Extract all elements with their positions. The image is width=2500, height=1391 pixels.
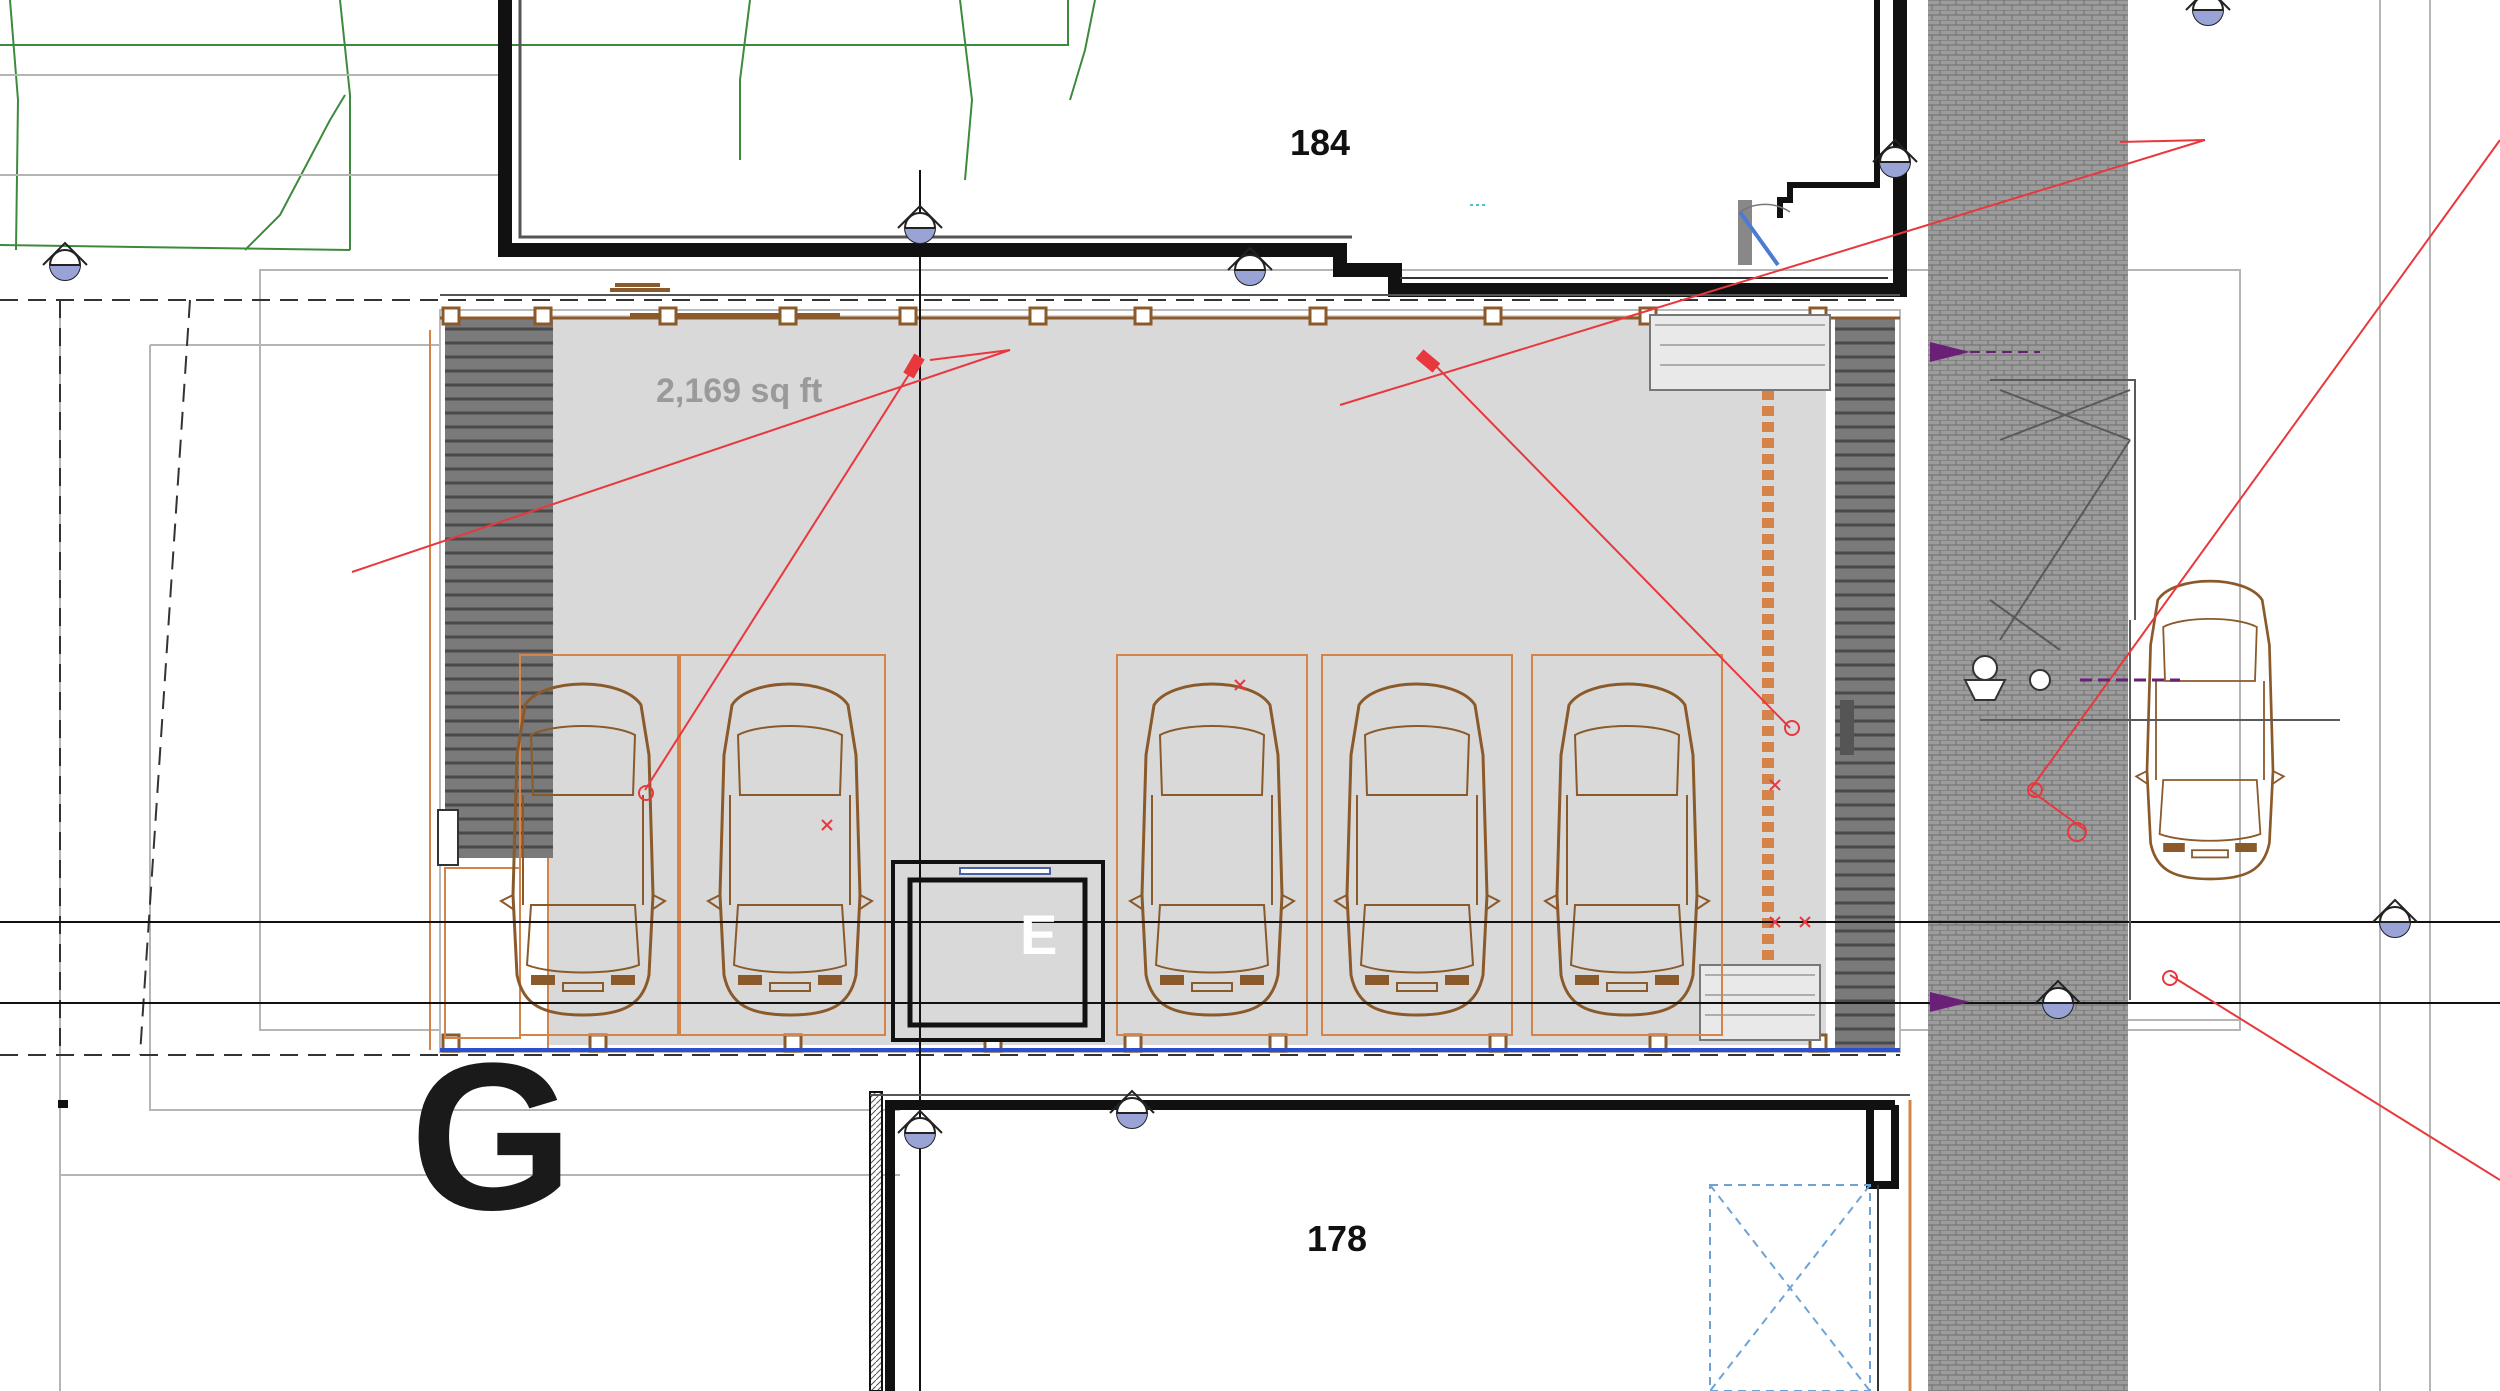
east-ramp[interactable] <box>1835 318 1895 1048</box>
area-label[interactable]: 2,169 sq ft <box>656 372 822 411</box>
floor-plan-canvas[interactable] <box>0 0 2500 1391</box>
north-building-walls <box>498 0 1907 297</box>
garage-floor[interactable] <box>548 315 1826 1045</box>
west-ramp[interactable] <box>445 318 553 858</box>
grid-bubble[interactable]: G <box>410 1032 573 1242</box>
west-ramp-end <box>437 809 459 866</box>
elevator-label[interactable]: E <box>1020 902 1057 967</box>
car-icon[interactable] <box>2134 579 2286 881</box>
section-marker-icon[interactable] <box>1109 1090 1155 1129</box>
room-tag-south[interactable]: 178 <box>1307 1218 1367 1260</box>
boundary-marker <box>58 1100 68 1108</box>
landscape-lines <box>0 0 1096 251</box>
section-marker-icon[interactable] <box>42 242 88 281</box>
elevator-core[interactable] <box>891 860 1105 1042</box>
skylight <box>1709 1184 1871 1391</box>
room-tag-north[interactable]: 184 <box>1290 122 1350 164</box>
section-marker-icon[interactable] <box>2185 0 2231 26</box>
